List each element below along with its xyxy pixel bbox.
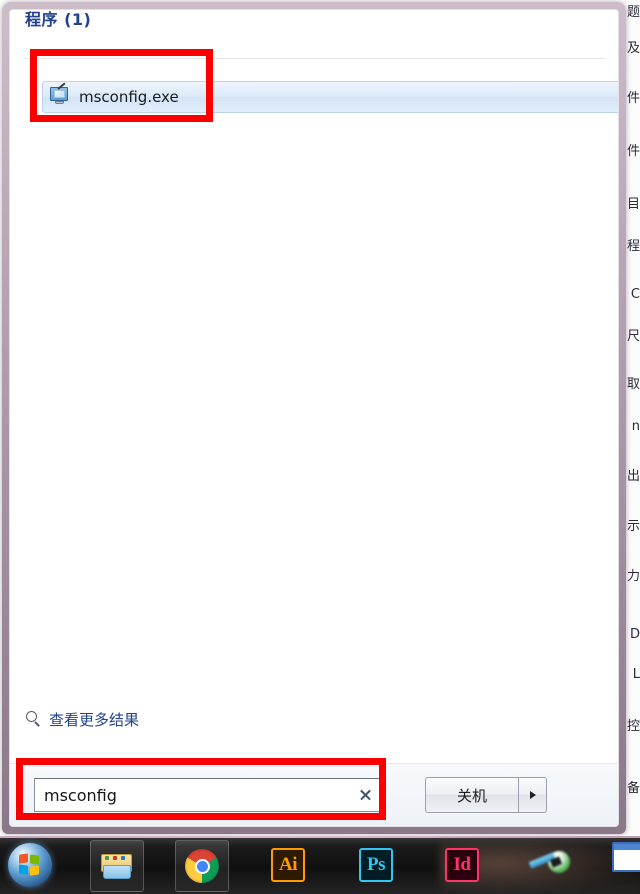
- right-fragment: 取: [626, 377, 640, 392]
- pencil-globe-icon: [528, 851, 570, 879]
- search-results-area: 程序 (1) msconfig.exe: [10, 10, 618, 734]
- taskbar-item-photoshop[interactable]: Ps: [350, 840, 402, 890]
- see-more-results-link[interactable]: 查看更多结果: [26, 709, 139, 730]
- result-item-label: msconfig.exe: [79, 88, 179, 106]
- taskbar-item-start[interactable]: [4, 840, 56, 890]
- shutdown-control: 关机: [425, 777, 547, 813]
- window-icon[interactable]: [612, 842, 640, 872]
- taskbar-item-illustrator[interactable]: Ai: [262, 840, 314, 890]
- close-x-icon[interactable]: [351, 780, 381, 810]
- right-fragment: n: [631, 419, 640, 434]
- taskbar-item-snipping-tool[interactable]: [524, 840, 576, 890]
- right-fragment: D: [629, 627, 640, 642]
- right-fragment: 备: [626, 781, 640, 796]
- right-fragment: 程: [626, 239, 640, 254]
- chevron-right-icon[interactable]: [519, 777, 547, 813]
- right-fragment: 件: [626, 144, 640, 159]
- right-fragment: 件: [626, 91, 640, 106]
- right-fragment: 尺: [626, 329, 640, 344]
- right-fragment: 示: [626, 519, 640, 534]
- right-fragment: 控: [626, 719, 640, 734]
- screen: 题 及 件 件 目 程 C 尺 取 n 出 示 力 D L 控 备 程序 (1): [0, 0, 640, 894]
- right-fragment: C: [630, 287, 640, 302]
- right-fragment: L: [632, 667, 640, 682]
- see-more-results-label: 查看更多结果: [49, 711, 140, 729]
- right-fragment: 目: [626, 197, 640, 212]
- windows-start-orb-icon: [8, 843, 52, 887]
- start-menu-right-column-sliver: 题 及 件 件 目 程 C 尺 取 n 出 示 力 D L 控 备: [624, 0, 640, 836]
- adobe-photoshop-icon: Ps: [359, 848, 393, 882]
- search-box[interactable]: [34, 778, 382, 812]
- results-group-header: 程序 (1): [25, 10, 92, 29]
- start-menu-bottom-bar: 关机: [10, 763, 618, 826]
- right-fragment: 出: [626, 469, 640, 484]
- start-menu: 程序 (1) msconfig.exe 查看更多结果 msconfig 关机: [2, 2, 626, 834]
- result-item-msconfig[interactable]: msconfig.exe: [42, 81, 618, 113]
- taskbar-item-chrome[interactable]: [175, 840, 229, 892]
- right-fragment: 及: [626, 41, 640, 56]
- adobe-indesign-icon: Id: [445, 848, 479, 882]
- start-menu-panel: 程序 (1) msconfig.exe 查看更多结果 msconfig 关机: [9, 9, 619, 827]
- magnifier-icon: [26, 711, 43, 728]
- taskbar-item-file-explorer[interactable]: [90, 840, 144, 892]
- search-input[interactable]: [35, 784, 351, 806]
- folder-icon: [100, 852, 134, 880]
- shutdown-button[interactable]: 关机: [425, 777, 519, 813]
- right-fragment: 力: [626, 569, 640, 584]
- msconfig-system-configuration-icon: [49, 82, 71, 108]
- right-fragment: 题: [626, 5, 640, 20]
- adobe-illustrator-icon: Ai: [271, 848, 305, 882]
- group-separator: [24, 58, 606, 59]
- chrome-icon: [185, 849, 219, 883]
- taskbar-item-indesign[interactable]: Id: [436, 840, 488, 890]
- taskbar: Ai Ps Id: [0, 836, 640, 894]
